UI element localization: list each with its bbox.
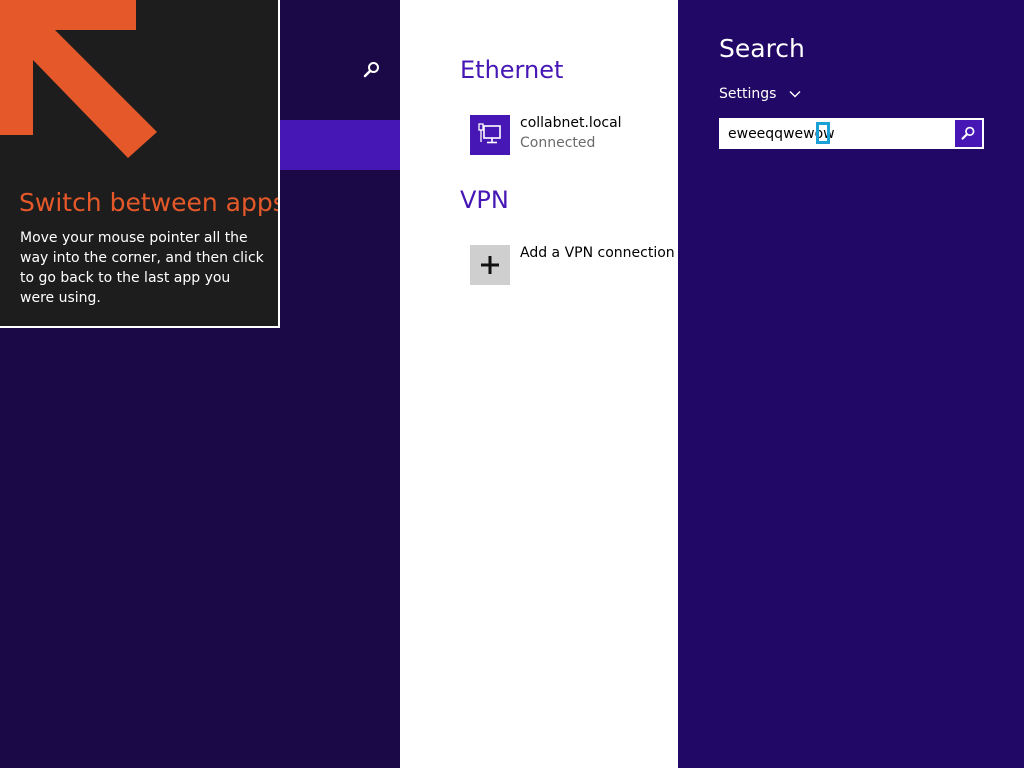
selected-item-bar[interactable] [280,120,400,170]
tip-body: Move your mouse pointer all the way into… [20,230,264,306]
search-input[interactable] [719,118,949,149]
plus-icon [470,245,510,285]
search-scope-label: Settings [719,86,777,102]
network-item-ethernet[interactable]: collabnet.local Connected [470,115,680,159]
search-pane: Search Settings [678,0,1024,768]
add-vpn-label: Add a VPN connection [520,245,675,261]
network-status: Connected [520,135,596,151]
search-icon [961,126,975,140]
ethernet-icon [470,115,510,155]
add-vpn-connection-button[interactable]: Add a VPN connection [470,245,680,289]
tip-title: Switch between apps [19,188,280,217]
network-name: collabnet.local [520,115,622,131]
search-box [719,118,984,149]
vpn-section-title: VPN [460,186,509,214]
search-scope-dropdown[interactable]: Settings [719,86,801,102]
ethernet-section-title: Ethernet [460,56,564,84]
arrow-up-left-icon [0,0,157,158]
network-pane: Ethernet collabnet.local Connected VPN A… [400,0,678,768]
search-submit-button[interactable] [955,120,982,147]
chevron-down-icon [789,86,801,102]
search-icon[interactable] [362,60,382,80]
search-title: Search [719,34,805,63]
tutorial-tip: Switch between apps Move your mouse poin… [0,0,280,328]
